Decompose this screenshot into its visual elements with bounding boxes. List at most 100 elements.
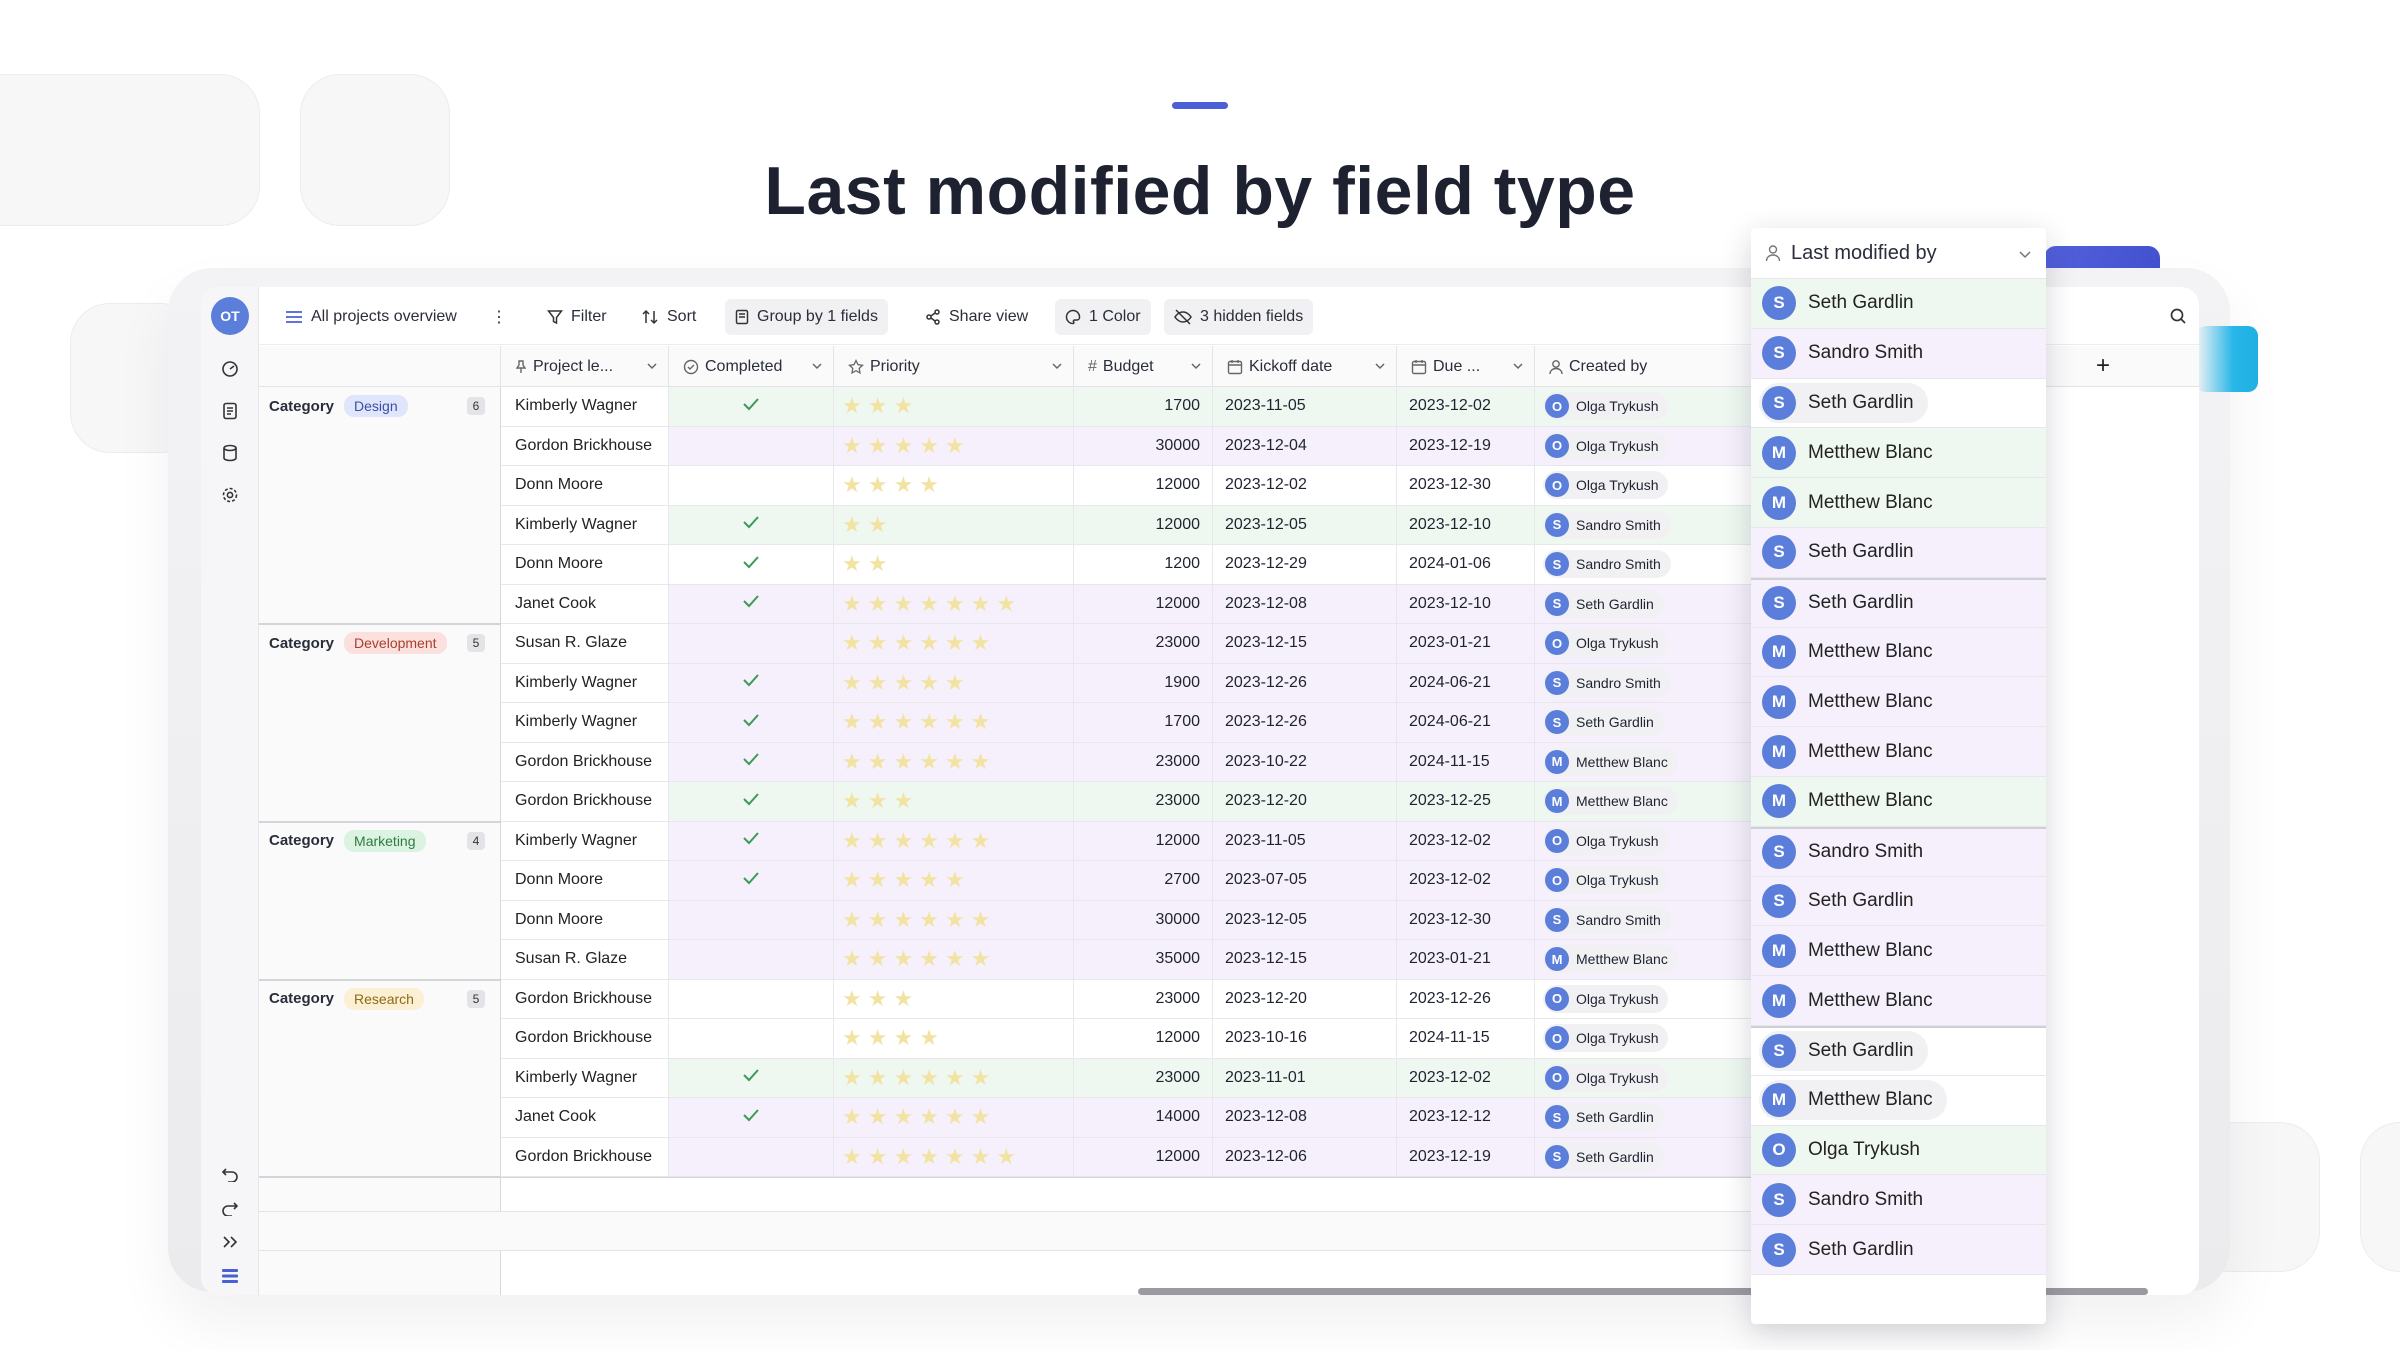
priority-rating[interactable]: ★ ★ [834, 505, 1074, 544]
dropdown-option[interactable]: M Metthew Blanc [1751, 677, 2046, 728]
kickoff-date-cell[interactable]: 2023-12-26 [1213, 703, 1397, 742]
project-lead-cell[interactable]: Kimberly Wagner [501, 505, 669, 544]
due-date-cell[interactable]: 2023-12-10 [1397, 505, 1535, 544]
group-button[interactable]: Group by 1 fields [725, 299, 888, 335]
share-button[interactable]: Share view [915, 299, 1038, 335]
budget-cell[interactable]: 12000 [1074, 1019, 1213, 1058]
column-due-date[interactable]: Due ... [1397, 346, 1535, 387]
due-date-cell[interactable]: 2023-12-02 [1397, 821, 1535, 860]
dropdown-option[interactable]: M Metthew Blanc [1751, 428, 2046, 479]
priority-rating[interactable]: ★ ★ ★ [834, 782, 1074, 821]
dropdown-option[interactable]: S Sandro Smith [1751, 328, 2046, 379]
due-date-cell[interactable]: 2024-11-15 [1397, 742, 1535, 781]
budget-cell[interactable]: 1700 [1074, 703, 1213, 742]
kickoff-date-cell[interactable]: 2023-12-06 [1213, 1137, 1397, 1176]
table-row[interactable]: Gordon Brickhouse ★ ★ ★ ★ 12000 2023-10-16 2024… [501, 1019, 1801, 1059]
column-project-lead[interactable]: Project le... [501, 346, 669, 387]
budget-cell[interactable]: 35000 [1074, 940, 1213, 979]
budget-cell[interactable]: 1200 [1074, 545, 1213, 584]
budget-cell[interactable]: 23000 [1074, 979, 1213, 1018]
project-lead-cell[interactable]: Donn Moore [501, 545, 669, 584]
column-created-by[interactable]: Created by [1535, 346, 1755, 387]
dropdown-option[interactable]: M Metthew Blanc [1751, 627, 2046, 678]
table-row[interactable]: Gordon Brickhouse ★ ★ ★ ★ ★ ★ ★ 12000 2023-12-06 2… [501, 1137, 1801, 1177]
dropdown-option[interactable]: S Sandro Smith [1751, 826, 2046, 877]
due-date-cell[interactable]: 2023-12-25 [1397, 782, 1535, 821]
priority-rating[interactable]: ★ ★ ★ ★ ★ ★ [834, 703, 1074, 742]
kickoff-date-cell[interactable]: 2023-10-16 [1213, 1019, 1397, 1058]
due-date-cell[interactable]: 2024-11-15 [1397, 1019, 1535, 1058]
table-row[interactable]: Kimberly Wagner ★ ★ ★ 1700 2023-11-05 2023-12-… [501, 387, 1801, 427]
column-budget[interactable]: # Budget [1074, 346, 1213, 387]
priority-rating[interactable]: ★ ★ ★ ★ ★ ★ [834, 900, 1074, 939]
budget-cell[interactable]: 14000 [1074, 1098, 1213, 1137]
project-lead-cell[interactable]: Gordon Brickhouse [501, 742, 669, 781]
completed-cell[interactable] [669, 466, 834, 505]
budget-cell[interactable]: 12000 [1074, 1137, 1213, 1176]
table-row[interactable]: Kimberly Wagner ★ ★ ★ ★ ★ 1900 2023-12-26 2024-0… [501, 663, 1801, 703]
completed-cell[interactable] [669, 663, 834, 702]
dropdown-option[interactable]: S Seth Gardlin [1751, 876, 2046, 927]
dropdown-option[interactable]: M Metthew Blanc [1751, 777, 2046, 827]
table-row[interactable]: Janet Cook ★ ★ ★ ★ ★ ★ ★ 12000 2023-12-08 2023-12-… [501, 584, 1801, 624]
table-row[interactable]: Gordon Brickhouse ★ ★ ★ 23000 2023-12-20 2023-… [501, 782, 1801, 822]
budget-cell[interactable]: 1700 [1074, 387, 1213, 426]
table-row[interactable]: Donn Moore ★ ★ ★ ★ 12000 2023-12-02 2023-12-30 O… [501, 466, 1801, 506]
project-lead-cell[interactable]: Susan R. Glaze [501, 940, 669, 979]
due-date-cell[interactable]: 2023-12-02 [1397, 387, 1535, 426]
due-date-cell[interactable]: 2023-12-02 [1397, 861, 1535, 900]
dropdown-option[interactable]: S Seth Gardlin [1751, 378, 2046, 429]
priority-rating[interactable]: ★ ★ ★ ★ ★ [834, 426, 1074, 465]
completed-cell[interactable] [669, 426, 834, 465]
more-icon[interactable]: ⋮ [481, 299, 517, 335]
dropdown-option[interactable]: M Metthew Blanc [1751, 926, 2046, 977]
kickoff-date-cell[interactable]: 2023-12-05 [1213, 505, 1397, 544]
due-date-cell[interactable]: 2023-01-21 [1397, 940, 1535, 979]
priority-rating[interactable]: ★ ★ ★ ★ ★ ★ [834, 1058, 1074, 1097]
dropdown-option[interactable]: M Metthew Blanc [1751, 976, 2046, 1026]
table-row[interactable]: Gordon Brickhouse ★ ★ ★ ★ ★ 30000 2023-12-04 202… [501, 426, 1801, 466]
kickoff-date-cell[interactable]: 2023-12-20 [1213, 782, 1397, 821]
table-row[interactable]: Gordon Brickhouse ★ ★ ★ 23000 2023-12-20 2023-… [501, 979, 1801, 1019]
project-lead-cell[interactable]: Gordon Brickhouse [501, 1019, 669, 1058]
project-lead-cell[interactable]: Kimberly Wagner [501, 703, 669, 742]
filter-button[interactable]: Filter [537, 299, 617, 335]
completed-cell[interactable] [669, 703, 834, 742]
table-row[interactable]: Kimberly Wagner ★ ★ 12000 2023-12-05 2023-12-… [501, 505, 1801, 545]
kickoff-date-cell[interactable]: 2023-12-29 [1213, 545, 1397, 584]
dropdown-option[interactable]: M Metthew Blanc [1751, 1075, 2046, 1126]
search-icon[interactable] [2169, 307, 2187, 330]
project-lead-cell[interactable]: Gordon Brickhouse [501, 426, 669, 465]
due-date-cell[interactable]: 2024-01-06 [1397, 545, 1535, 584]
budget-cell[interactable]: 23000 [1074, 1058, 1213, 1097]
dropdown-option[interactable]: O Olga Trykush [1751, 1125, 2046, 1176]
priority-rating[interactable]: ★ ★ ★ ★ ★ ★ [834, 1098, 1074, 1137]
dropdown-option[interactable]: S Seth Gardlin [1751, 1026, 2046, 1076]
kickoff-date-cell[interactable]: 2023-10-22 [1213, 742, 1397, 781]
budget-cell[interactable]: 12000 [1074, 505, 1213, 544]
column-kickoff-date[interactable]: Kickoff date [1213, 346, 1397, 387]
priority-rating[interactable]: ★ ★ ★ ★ ★ ★ [834, 821, 1074, 860]
dropdown-option[interactable]: M Metthew Blanc [1751, 478, 2046, 528]
priority-rating[interactable]: ★ ★ ★ ★ [834, 466, 1074, 505]
kickoff-date-cell[interactable]: 2023-12-15 [1213, 940, 1397, 979]
kickoff-date-cell[interactable]: 2023-11-05 [1213, 387, 1397, 426]
kickoff-date-cell[interactable]: 2023-11-01 [1213, 1058, 1397, 1097]
completed-cell[interactable] [669, 1058, 834, 1097]
dropdown-option[interactable]: S Seth Gardlin [1751, 528, 2046, 578]
due-date-cell[interactable]: 2023-12-02 [1397, 1058, 1535, 1097]
group-label[interactable]: Category Marketing [269, 829, 426, 852]
kickoff-date-cell[interactable]: 2023-12-04 [1213, 426, 1397, 465]
project-lead-cell[interactable]: Gordon Brickhouse [501, 979, 669, 1018]
due-date-cell[interactable]: 2023-12-12 [1397, 1098, 1535, 1137]
priority-rating[interactable]: ★ ★ ★ ★ ★ ★ [834, 742, 1074, 781]
dropdown-option[interactable]: S Seth Gardlin [1751, 1225, 2046, 1275]
table-row[interactable]: Kimberly Wagner ★ ★ ★ ★ ★ ★ 1700 2023-12-26 2024-… [501, 703, 1801, 743]
project-lead-cell[interactable]: Gordon Brickhouse [501, 782, 669, 821]
budget-cell[interactable]: 23000 [1074, 742, 1213, 781]
project-lead-cell[interactable]: Kimberly Wagner [501, 1058, 669, 1097]
dropdown-header[interactable]: Last modified by [1751, 228, 2046, 279]
document-icon[interactable] [219, 400, 241, 422]
project-lead-cell[interactable]: Donn Moore [501, 861, 669, 900]
completed-cell[interactable] [669, 584, 834, 623]
